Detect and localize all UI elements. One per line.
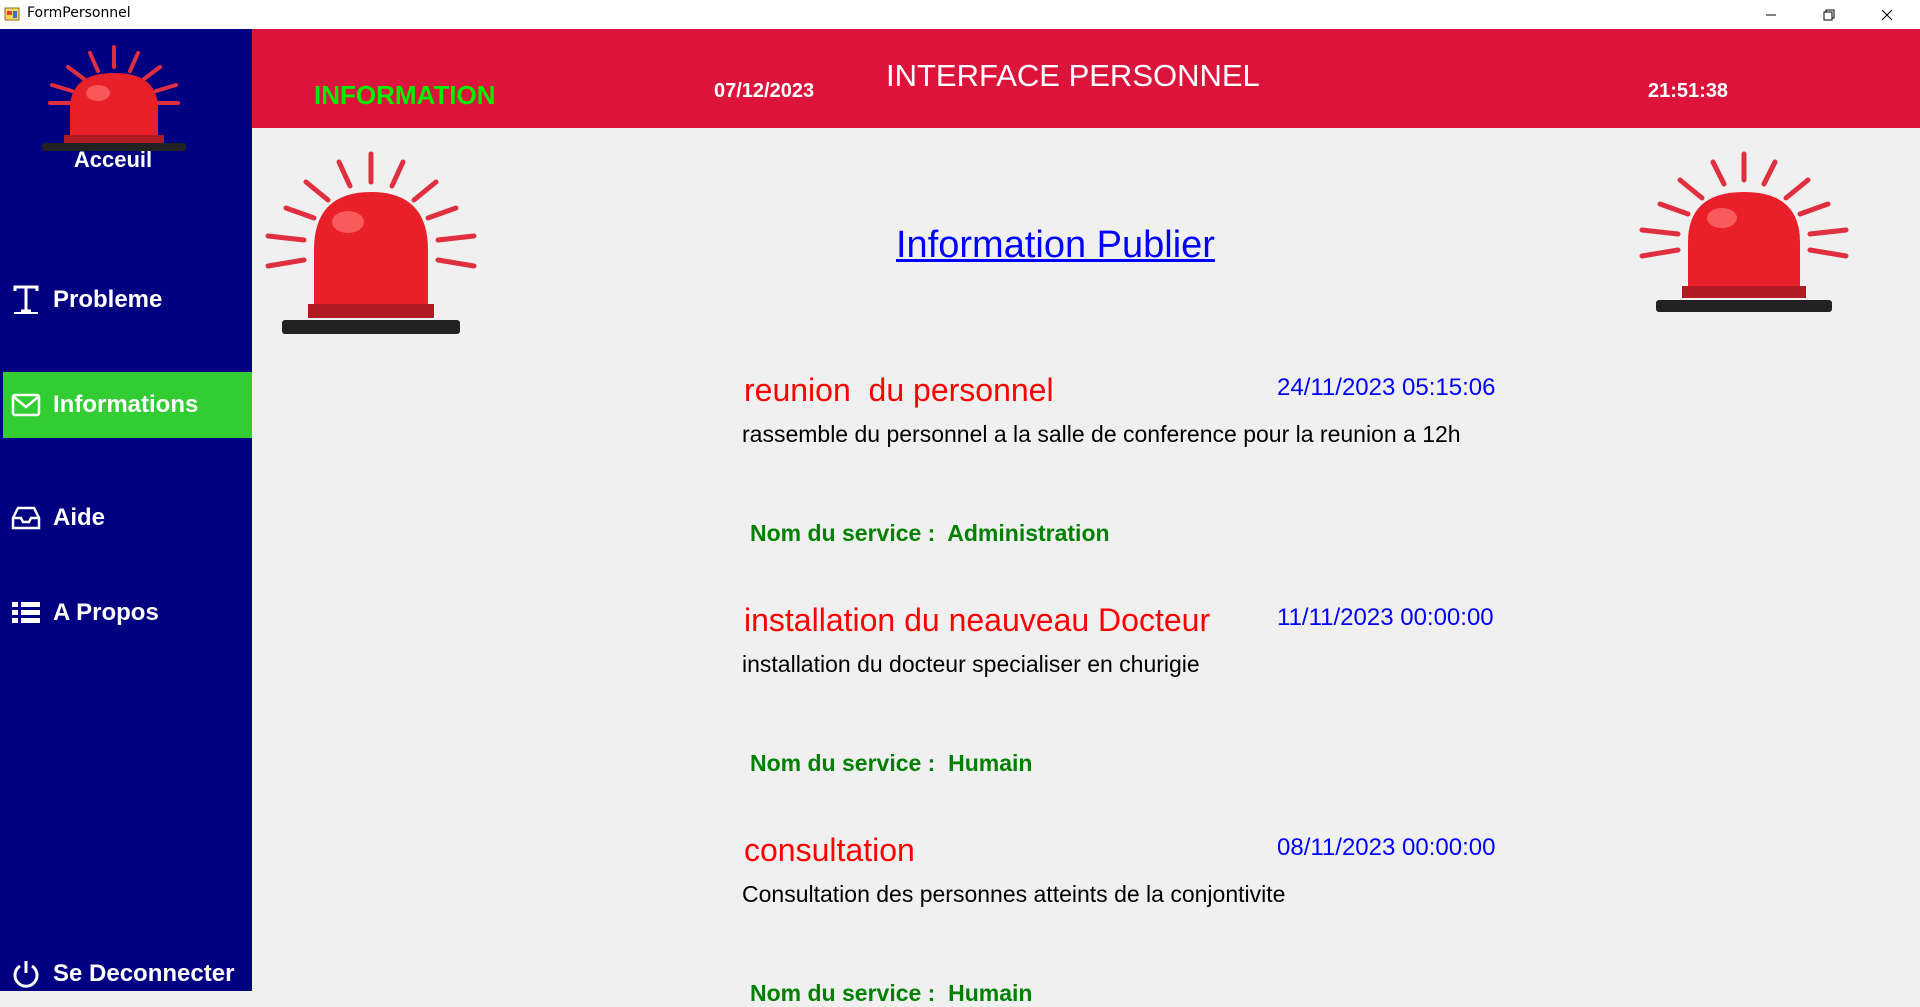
current-date: 07/12/2023 (714, 80, 815, 102)
restore-button[interactable] (1800, 0, 1858, 29)
info-service: Nom du service : Administration (750, 520, 1110, 546)
info-description: rassemble du personnel a la salle de con… (742, 421, 1461, 447)
siren-image-right (1639, 151, 1849, 312)
sidebar-item-apropos[interactable]: A Propos (3, 580, 252, 646)
siren-logo[interactable] (28, 41, 200, 155)
home-link[interactable]: Acceuil (0, 147, 226, 173)
restore-icon (1823, 9, 1835, 20)
logout-button[interactable]: Se Deconnecter (3, 941, 252, 1007)
section-title: INFORMATION (314, 80, 496, 110)
info-date: 24/11/2023 05:15:06 (1277, 374, 1496, 401)
minimize-icon (1766, 14, 1776, 15)
list-icon (11, 598, 41, 628)
close-button[interactable] (1858, 0, 1916, 29)
window-titlebar: FormPersonnel (0, 0, 1920, 30)
power-icon (11, 959, 41, 989)
info-service: Nom du service : Humain (750, 750, 1033, 776)
close-icon (1881, 9, 1893, 20)
sidebar: Acceuil Probleme Informations Aide A Pro… (0, 29, 252, 991)
info-date: 11/11/2023 00:00:00 (1277, 604, 1494, 631)
envelope-icon (11, 390, 41, 420)
logout-label: Se Deconnecter (53, 960, 235, 987)
sidebar-item-label: Informations (53, 391, 199, 418)
info-heading-link[interactable]: Information Publier (896, 224, 1215, 267)
app-icon (4, 7, 20, 21)
text-icon (11, 285, 41, 315)
inbox-icon (11, 503, 41, 533)
sidebar-item-label: Probleme (53, 286, 163, 313)
info-service: Nom du service : Humain (750, 980, 1033, 1006)
window-title: FormPersonnel (27, 5, 131, 21)
info-date: 08/11/2023 00:00:00 (1277, 834, 1496, 861)
siren-image-left (265, 151, 477, 334)
info-title: installation du neauveau Docteur (744, 602, 1211, 638)
sidebar-item-aide[interactable]: Aide (3, 485, 252, 551)
info-description: installation du docteur specialiser en c… (742, 651, 1200, 677)
sidebar-item-label: A Propos (53, 599, 159, 626)
sidebar-item-label: Aide (53, 504, 106, 531)
sidebar-item-probleme[interactable]: Probleme (3, 267, 252, 333)
page-title: INTERFACE PERSONNEL (886, 58, 1260, 93)
current-time: 21:51:38 (1648, 80, 1729, 102)
info-title: reunion du personnel (744, 372, 1054, 408)
info-title: consultation (744, 832, 915, 868)
info-description: Consultation des personnes atteints de l… (742, 881, 1286, 907)
minimize-button[interactable] (1742, 0, 1800, 29)
sidebar-item-informations[interactable]: Informations (3, 372, 252, 438)
